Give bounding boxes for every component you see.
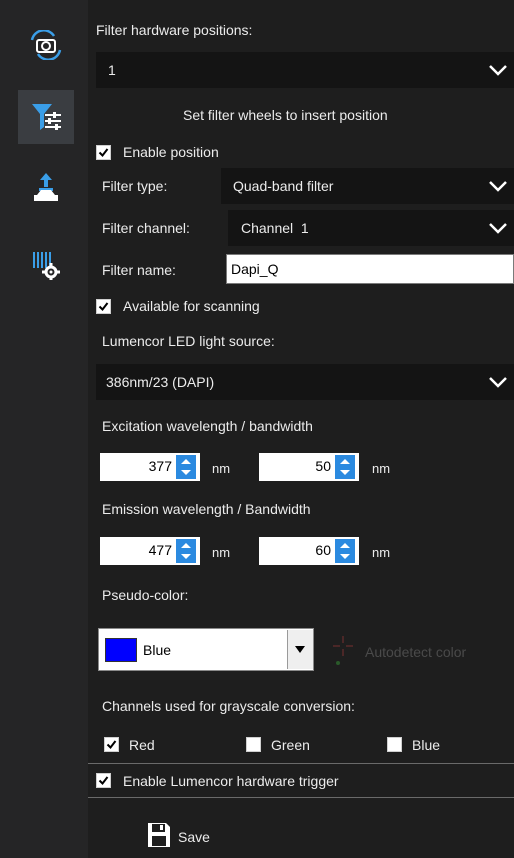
emission-wavelength-value: 477 [148,542,172,558]
camera-settings-button[interactable] [18,18,74,72]
filter-channel-value: Channel 1 [241,220,309,236]
spin-arrows-icon[interactable] [335,539,355,563]
checkbox-box [104,737,119,752]
save-button[interactable]: Save [147,822,227,850]
enable-position-label: Enable position [123,144,219,160]
hardware-trigger-label: Enable Lumencor hardware trigger [123,773,339,789]
barcode-settings-icon [33,252,60,280]
light-source-value: 386nm/23 (DAPI) [106,374,215,390]
chevron-down-icon [295,646,305,653]
grayscale-label: Channels used for grayscale conversion: [102,698,355,714]
excitation-label: Excitation wavelength / bandwidth [102,418,313,434]
excitation-bandwidth-spinner[interactable]: 50 [259,453,359,481]
filter-positions-value: 1 [108,62,116,78]
grayscale-red-checkbox[interactable]: Red [104,735,184,753]
barcode-settings-button[interactable] [18,238,74,292]
available-scanning-label: Available for scanning [123,298,260,314]
crosshair-icon [333,636,353,665]
filter-type-label: Filter type: [102,178,168,194]
checkbox-box [96,145,111,160]
sidebar [0,0,88,858]
filter-positions-select[interactable]: 1 [96,52,514,88]
stage-settings-button[interactable] [18,160,74,214]
filter-type-select[interactable]: Quad-band filter [221,168,514,204]
filter-name-input[interactable]: Dapi_Q [226,254,514,284]
excitation-bandwidth-value: 50 [315,458,331,474]
emission-wavelength-unit: nm [212,545,231,560]
section-title: Set filter wheels to insert position [183,107,388,123]
excitation-bandwidth-unit: nm [372,461,391,476]
excitation-wavelength-unit: nm [212,461,231,476]
spin-arrows-icon[interactable] [176,539,196,563]
spin-arrows-icon[interactable] [176,455,196,479]
emission-wavelength-spinner[interactable]: 477 [100,537,200,565]
emission-label: Emission wavelength / Bandwidth [102,501,311,517]
filter-settings-button[interactable] [18,90,74,144]
light-source-label: Lumencor LED light source: [102,333,275,349]
grayscale-green-label: Green [271,737,310,753]
autodetect-color-label: Autodetect color [365,644,467,660]
filter-settings-icon [32,104,61,130]
filter-channel-label: Filter channel: [102,220,190,236]
checkbox-box [96,299,111,314]
color-swatch [105,638,137,662]
grayscale-red-label: Red [129,737,155,753]
divider [88,797,514,798]
filter-name-value: Dapi_Q [231,261,279,277]
filter-channel-select[interactable]: Channel 1 [228,210,514,246]
grayscale-blue-label: Blue [412,737,441,753]
spin-arrows-icon[interactable] [335,455,355,479]
excitation-wavelength-value: 377 [148,458,172,474]
checkbox-box [96,773,111,788]
emission-bandwidth-unit: nm [372,545,391,560]
divider [88,763,514,764]
stage-settings-icon [34,173,58,201]
chevron-down-icon [489,377,507,388]
filter-settings-panel: Filter hardware positions: 1 Set filter … [88,0,514,858]
available-scanning-checkbox[interactable]: Available for scanning [96,297,316,315]
chevron-down-icon [489,181,507,192]
save-label: Save [178,829,210,845]
enable-position-checkbox[interactable]: Enable position [96,143,296,161]
chevron-down-icon [489,223,507,234]
pseudo-color-select[interactable]: Blue [98,628,314,671]
hardware-trigger-checkbox[interactable]: Enable Lumencor hardware trigger [96,771,416,789]
grayscale-green-checkbox[interactable]: Green [246,735,336,753]
checkbox-box [246,737,261,752]
pseudo-color-label: Pseudo-color: [102,587,189,603]
excitation-wavelength-spinner[interactable]: 377 [100,453,200,481]
filter-type-value: Quad-band filter [233,178,334,194]
checkbox-box [387,737,402,752]
emission-bandwidth-value: 60 [315,542,331,558]
chevron-down-icon [489,65,507,76]
save-icon [148,823,170,847]
camera-settings-icon [30,30,62,60]
grayscale-blue-checkbox[interactable]: Blue [387,735,467,753]
autodetect-color-button[interactable]: Autodetect color [331,630,511,670]
filter-positions-label: Filter hardware positions: [96,22,253,38]
pseudo-color-value: Blue [143,642,172,658]
dropdown-button[interactable] [287,630,313,669]
filter-name-label: Filter name: [102,262,176,278]
light-source-select[interactable]: 386nm/23 (DAPI) [96,364,514,400]
emission-bandwidth-spinner[interactable]: 60 [259,537,359,565]
